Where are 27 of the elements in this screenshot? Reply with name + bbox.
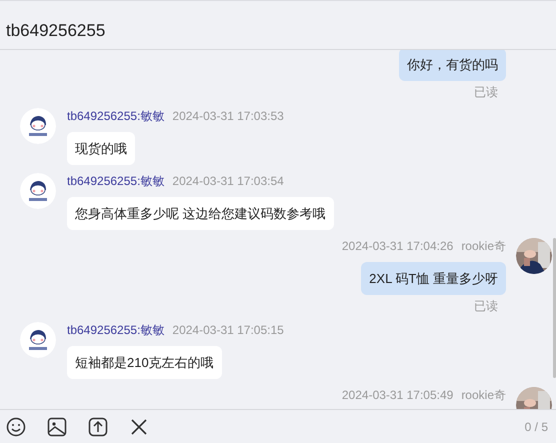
timestamp: 2024-03-31 17:03:54 — [172, 173, 284, 190]
timestamp: 2024-03-31 17:03:53 — [172, 108, 284, 125]
message-bubble: 你好，有货的吗 — [399, 50, 506, 81]
sender-name: tb649256255:敏敏 — [67, 322, 164, 339]
message-bubble: 2XL 码T恤 重量多少呀 — [361, 262, 506, 295]
sender-name: rookie奇 — [461, 238, 506, 255]
read-receipt: 已读 — [474, 84, 499, 100]
message-bubble: 现货的哦 — [67, 132, 135, 165]
chat-title: tb649256255 — [6, 20, 106, 42]
read-receipt: 已读 — [474, 298, 499, 314]
image-icon[interactable] — [47, 416, 67, 436]
character-counter: 0 / 5 — [524, 418, 548, 436]
upload-icon[interactable] — [88, 416, 108, 436]
avatar-icon — [20, 173, 56, 209]
timestamp: 2024-03-31 17:04:26 — [342, 238, 454, 255]
close-icon[interactable] — [129, 416, 149, 436]
sender-name: tb649256255:敏敏 — [67, 108, 164, 125]
timestamp: 2024-03-31 17:05:49 — [342, 387, 454, 404]
emoji-icon[interactable] — [6, 416, 26, 436]
message-bubble: 短袖都是210克左右的哦 — [67, 346, 222, 379]
sender-name: rookie奇 — [461, 387, 506, 404]
avatar-icon — [20, 108, 56, 144]
avatar-icon — [20, 322, 56, 358]
scrollbar[interactable] — [553, 238, 556, 378]
sender-name: tb649256255:敏敏 — [67, 173, 164, 190]
timestamp: 2024-03-31 17:05:15 — [172, 322, 284, 339]
message-bubble: 您身高体重多少呢 这边给您建议码数参考哦 — [67, 197, 334, 230]
